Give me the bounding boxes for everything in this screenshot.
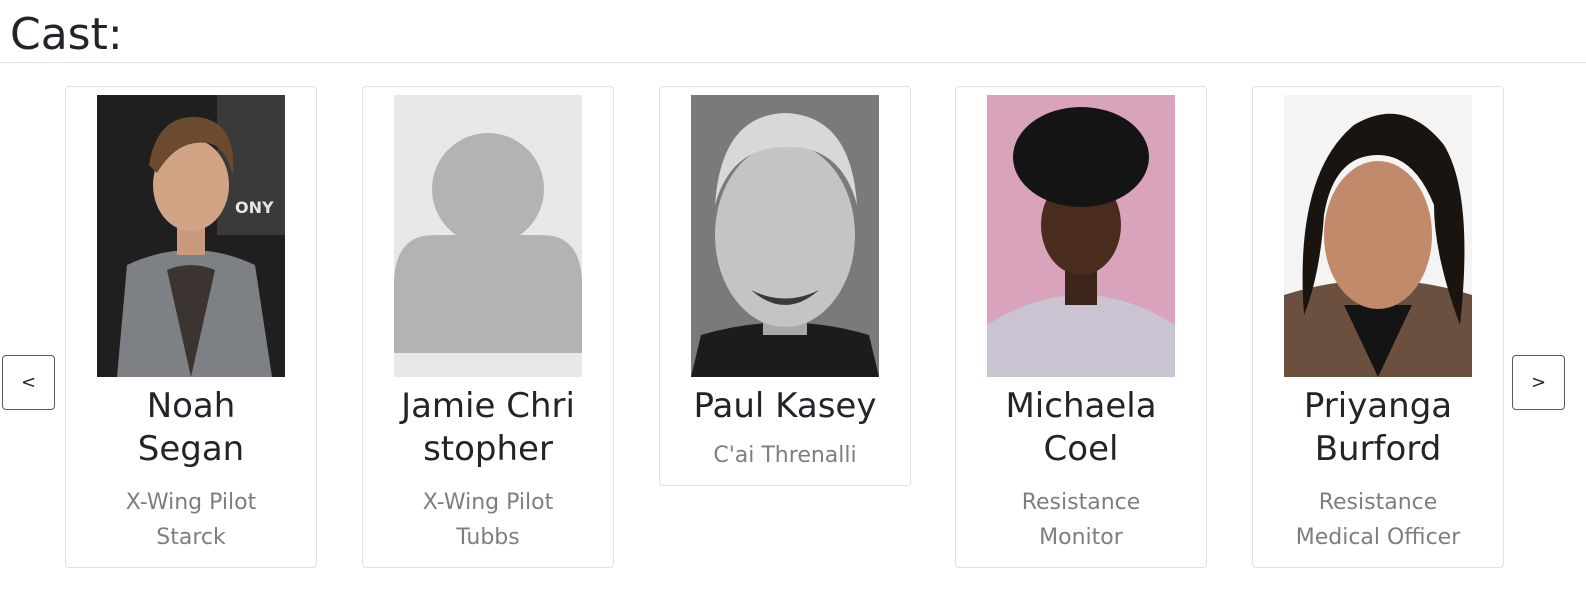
cast-card[interactable]: Paul Kasey C'ai Threnalli (659, 86, 911, 486)
actor-name: Noah Segan (137, 386, 245, 469)
carousel-next-button[interactable]: > (1512, 355, 1565, 410)
character-role: X-Wing Pilot Tubbs (422, 490, 554, 550)
actor-name: Paul Kasey (693, 386, 877, 426)
divider (0, 62, 1586, 63)
section-title: Cast: (10, 9, 123, 60)
actor-photo (691, 95, 879, 377)
actor-photo (987, 95, 1175, 377)
actor-name: Priyanga Burford (1303, 386, 1453, 469)
cast-card[interactable]: Priyanga Burford Resistance Medical Offi… (1252, 86, 1504, 568)
carousel-prev-button[interactable]: < (2, 355, 55, 410)
character-role: Resistance Monitor (1021, 490, 1141, 550)
actor-name: Michaela Coel (1005, 386, 1157, 469)
actor-photo: ONY (97, 95, 285, 377)
cast-card[interactable]: Michaela Coel Resistance Monitor (955, 86, 1207, 568)
cast-card[interactable]: ONY Noah Segan X-Wing Pilot Starck (65, 86, 317, 568)
actor-photo (1284, 95, 1472, 377)
character-role: Resistance Medical Officer (1295, 490, 1461, 550)
cast-section: Cast: < ONY Noah Segan X-Wing Pilot Star… (0, 0, 1586, 610)
svg-text:ONY: ONY (235, 198, 274, 217)
actor-name: Jamie Christopher (401, 386, 575, 469)
character-role: X-Wing Pilot Starck (125, 490, 257, 550)
character-role: C'ai Threnalli (713, 443, 857, 468)
cast-card[interactable]: Jamie Christopher X-Wing Pilot Tubbs (362, 86, 614, 568)
placeholder-person-icon (394, 95, 582, 377)
